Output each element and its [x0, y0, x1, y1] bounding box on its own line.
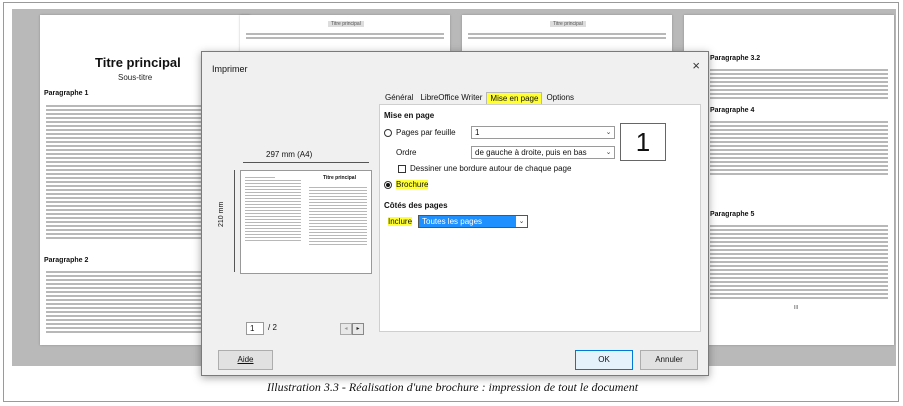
order-label: Ordre: [396, 148, 417, 157]
brochure-radio[interactable]: [384, 181, 392, 189]
pages-per-sheet-radio[interactable]: [384, 129, 392, 137]
pages-per-sheet-label: Pages par feuille: [396, 128, 456, 137]
chevron-down-icon: ⌄: [605, 149, 612, 156]
page2-header-tag: Titre principal: [328, 21, 364, 27]
prev-page-button[interactable]: ◂: [340, 323, 352, 335]
page4-heading-2: Paragraphe 4: [710, 107, 755, 114]
figure-frame: Titre principal Sous-titre Paragraphe 1 …: [3, 2, 899, 402]
draw-border-checkbox[interactable]: [398, 165, 406, 173]
preview-thumb-title: Titre principal: [323, 175, 356, 181]
page3-header-tag: Titre principal: [550, 21, 586, 27]
page4-heading-3: Paragraphe 5: [710, 211, 755, 218]
print-preview: 297 mm (A4) 210 mm Titre principal 1 / 2…: [216, 142, 372, 335]
help-button[interactable]: Aide: [218, 350, 273, 370]
next-page-button[interactable]: ▸: [352, 323, 364, 335]
page4-heading-1: Paragraphe 3.2: [710, 55, 761, 62]
tab-libreoffice-writer[interactable]: LibreOffice Writer: [417, 92, 485, 104]
print-dialog: Imprimer × 297 mm (A4) 210 mm Titre prin…: [201, 51, 709, 376]
page1-text-block-1: [40, 103, 210, 241]
pages-per-sheet-select[interactable]: 1 ⌄: [471, 126, 615, 139]
section-sides-heading: Côtés des pages: [384, 201, 448, 210]
dialog-tabs: Général LibreOffice Writer Mise en page …: [382, 92, 578, 104]
page1-text-block-2: [40, 269, 210, 335]
include-label: Inclure: [388, 217, 413, 226]
order-value: de gauche à droite, puis en bas: [475, 148, 587, 157]
ok-button[interactable]: OK: [575, 350, 633, 370]
page1-heading-2: Paragraphe 2: [44, 257, 89, 264]
preview-width-label: 297 mm (A4): [266, 150, 313, 159]
page1-heading-1: Paragraphe 1: [44, 90, 89, 97]
page3-text: [462, 31, 672, 41]
order-select[interactable]: de gauche à droite, puis en bas ⌄: [471, 146, 615, 159]
tab-mise-en-page[interactable]: Mise en page: [486, 92, 543, 104]
page-index-input[interactable]: 1: [246, 322, 264, 335]
brochure-label: Brochure: [396, 180, 429, 189]
pages-per-sheet-preview: 1: [620, 123, 666, 161]
pages-per-sheet-value: 1: [475, 128, 480, 137]
tab-options[interactable]: Options: [543, 92, 577, 104]
preview-left-half: [245, 175, 301, 243]
cancel-button[interactable]: Annuler: [640, 350, 698, 370]
chevron-down-icon: ⌄: [516, 216, 527, 227]
draw-border-label: Dessiner une bordure autour de chaque pa…: [410, 164, 572, 173]
document-page-4: Paragraphe 3.2 Paragraphe 4 Paragraphe 5…: [684, 15, 894, 345]
page2-text: [240, 31, 450, 41]
preview-thumbnail: Titre principal: [240, 170, 372, 274]
preview-height-label: 210 mm: [218, 201, 225, 227]
page4-text-block-1: [704, 67, 894, 101]
close-icon[interactable]: ×: [692, 58, 700, 73]
include-value: Toutes les pages: [422, 217, 483, 226]
page1-title: Titre principal: [95, 55, 181, 70]
preview-right-half: [309, 185, 367, 247]
page1-subtitle: Sous-titre: [118, 73, 153, 82]
preview-height-arrow: [234, 170, 235, 272]
chevron-down-icon: ⌄: [605, 129, 612, 136]
include-select[interactable]: Toutes les pages ⌄: [418, 215, 528, 228]
figure-caption: Illustration 3.3 - Réalisation d'une bro…: [266, 380, 639, 394]
page4-text-block-3: [704, 223, 894, 301]
page-total-label: / 2: [268, 323, 277, 332]
tab-general[interactable]: Général: [382, 92, 416, 104]
dialog-title: Imprimer: [212, 64, 248, 74]
page4-text-block-2: [704, 119, 894, 177]
section-layout-heading: Mise en page: [384, 111, 435, 120]
page4-page-number: III: [794, 305, 799, 311]
preview-width-arrow: [243, 162, 369, 163]
layout-panel: Mise en page Pages par feuille 1 ⌄ Ordre…: [379, 104, 701, 332]
